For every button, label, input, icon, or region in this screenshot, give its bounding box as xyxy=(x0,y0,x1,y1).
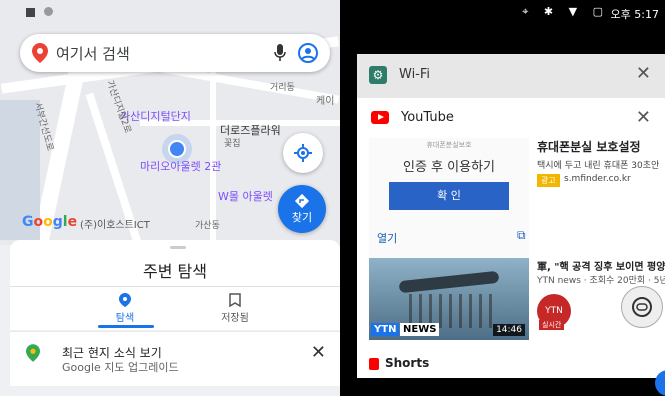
bottom-sheet[interactable]: 주변 탐색 탐색 저장됨 xyxy=(10,240,340,330)
video-thumbnail[interactable]: YTN NEWS 14:46 xyxy=(369,258,529,340)
floating-rotate-button[interactable] xyxy=(621,286,663,328)
ad-confirm-button[interactable]: 확 인 xyxy=(389,182,509,210)
ad-subtitle: 택시에 두고 내린 휴대폰 30초안 xyxy=(537,161,660,171)
search-input[interactable]: 여기서 검색 xyxy=(56,43,274,64)
tab-label: 탐색 xyxy=(115,313,135,324)
shorts-label: Shorts xyxy=(385,356,430,370)
pin-icon xyxy=(119,293,131,307)
map-canvas[interactable]: 여기서 검색 가산디지털단지 더로즈플라워 꽃집 마리오아울렛 2관 W몰 아울… xyxy=(0,0,340,245)
tab-explore[interactable]: 탐색 xyxy=(95,293,155,324)
account-icon[interactable] xyxy=(298,43,318,63)
youtube-logo-icon xyxy=(371,111,389,124)
card-header: YouTube ✕ xyxy=(357,98,665,138)
google-logo: Google xyxy=(22,214,78,230)
active-tab-indicator xyxy=(98,325,154,328)
close-icon[interactable]: ✕ xyxy=(636,63,651,84)
recents-panel: ⌖ ✱ ▼ ▢ 오후 5:17 ⚙ Wi-Fi ✕ YouTube ✕ 휴대폰분… xyxy=(350,0,665,396)
drag-handle[interactable] xyxy=(170,246,186,249)
poi-label[interactable]: 마리오아울렛 2관 xyxy=(140,158,221,174)
ad-small-header: 휴대폰분실보호 xyxy=(426,141,472,149)
street-label: 케이 xyxy=(316,96,335,107)
status-dot-icon xyxy=(44,7,53,16)
shorts-section[interactable]: Shorts xyxy=(369,356,429,370)
bookmark-icon xyxy=(229,293,241,307)
video-title[interactable]: 軍, "핵 공격 징후 보이면 평양 xyxy=(537,258,665,273)
settings-gear-icon: ⚙ xyxy=(369,66,387,84)
ad-url: s.mfinder.co.kr xyxy=(564,174,631,184)
status-bar xyxy=(0,0,340,22)
news-banner[interactable]: 최근 현지 소식 보기 Google 지도 업그레이드 ✕ xyxy=(10,331,340,386)
directions-button[interactable]: 찾기 xyxy=(278,185,326,233)
mic-icon[interactable] xyxy=(274,44,286,62)
street-label: 가산디지털2로 xyxy=(104,79,133,135)
ad-badge: 광고 xyxy=(537,174,560,187)
status-time: 오후 5:17 xyxy=(610,8,659,21)
my-location-button[interactable] xyxy=(283,133,323,173)
ad-open-link[interactable]: 열기 xyxy=(377,230,397,246)
recent-card-youtube[interactable]: YouTube ✕ 휴대폰분실보호 인증 후 이용하기 확 인 열기 ⧉ 휴대폰… xyxy=(357,98,665,378)
status-bar: ⌖ ✱ ▼ ▢ 오후 5:17 xyxy=(350,0,665,24)
crosshair-icon xyxy=(294,144,312,162)
street-label: 거리동 xyxy=(270,83,295,93)
card-title: YouTube xyxy=(401,110,454,125)
tab-label: 저장됨 xyxy=(221,313,249,324)
directions-label: 찾기 xyxy=(291,211,313,224)
sheet-title: 주변 탐색 xyxy=(143,262,207,281)
tab-saved[interactable]: 저장됨 xyxy=(205,293,265,324)
my-location-marker xyxy=(168,140,186,158)
street-label: 가산동 xyxy=(195,221,220,231)
thumb-news: NEWS xyxy=(400,323,440,336)
news-subtitle: Google 지도 업그레이드 xyxy=(62,361,179,374)
maps-app: 여기서 검색 가산디지털단지 더로즈플라워 꽃집 마리오아울렛 2관 W몰 아울… xyxy=(0,0,340,396)
live-badge: 실시간 xyxy=(539,320,565,330)
close-icon[interactable]: ✕ xyxy=(636,107,651,128)
ad-headline: 인증 후 이용하기 xyxy=(403,160,495,175)
search-bar[interactable]: 여기서 검색 xyxy=(20,34,330,72)
thumb-brand: YTN xyxy=(371,323,400,336)
directions-icon xyxy=(294,193,310,209)
recent-card-wifi[interactable]: ⚙ Wi-Fi ✕ xyxy=(357,54,665,98)
maps-pin-icon xyxy=(26,344,40,362)
poi-label[interactable]: W몰 아울렛 xyxy=(218,188,273,204)
card-title: Wi-Fi xyxy=(399,67,431,82)
tab-bar: 탐색 저장됨 xyxy=(10,286,340,329)
split-divider[interactable] xyxy=(340,0,350,396)
notification-icon xyxy=(26,8,35,17)
video-meta: YTN news · 조회수 20만회 · 5년 xyxy=(537,276,665,286)
close-icon[interactable]: ✕ xyxy=(311,342,326,363)
poi-label: (주)이호스트ICT xyxy=(80,220,150,231)
shorts-icon xyxy=(369,357,379,370)
external-link-icon[interactable]: ⧉ xyxy=(517,228,526,243)
rotate-icon xyxy=(632,297,652,317)
video-duration: 14:46 xyxy=(493,324,525,336)
maps-pin-icon xyxy=(32,43,48,63)
poi-label: 꽃집 xyxy=(224,139,241,149)
status-icons: ⌖ ✱ ▼ ▢ xyxy=(522,5,609,18)
ad-title[interactable]: 휴대폰분실 보호설정 xyxy=(537,138,641,155)
